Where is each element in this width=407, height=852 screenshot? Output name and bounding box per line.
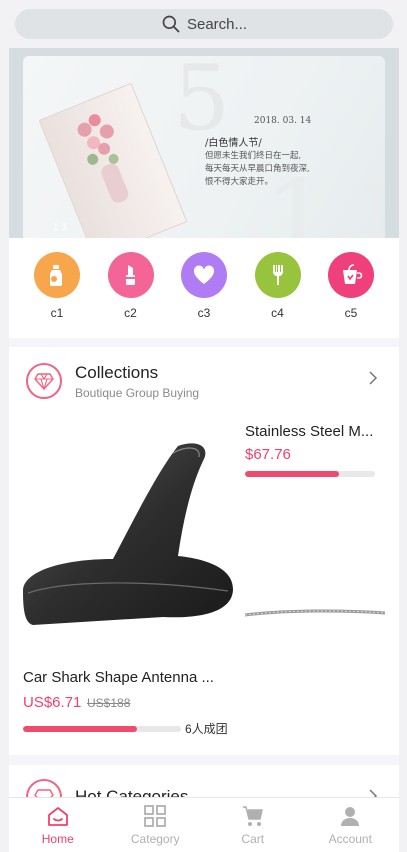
- product-name[interactable]: Car Shark Shape Antenna ...: [23, 669, 233, 686]
- fork-icon: [272, 265, 283, 285]
- banner-poem: 但愿未生我们终日在一起, 每天每天从早晨口角到夜深, 恨不得大家走开。: [205, 150, 310, 189]
- category-item-c3[interactable]: c3: [181, 252, 227, 338]
- tab-home[interactable]: Home: [9, 798, 107, 852]
- category-item-c1[interactable]: c1: [34, 252, 80, 338]
- tab-label: Home: [41, 832, 74, 846]
- app-screen: Search... 5 14 2018. 03. 14 /白色情人节/ 但愿未生…: [9, 0, 399, 852]
- category-label: c3: [197, 306, 211, 320]
- tab-account[interactable]: Account: [302, 798, 400, 852]
- chevron-right-icon[interactable]: [367, 371, 379, 385]
- product-old-price: US$188: [87, 696, 131, 710]
- heart-icon: [193, 265, 215, 284]
- search-icon: [162, 15, 180, 33]
- category-icon: [144, 805, 167, 827]
- banner-poem-line: 每天每天从早晨口角到夜深,: [205, 164, 310, 174]
- account-icon: [341, 807, 360, 826]
- group-progress-bar: [245, 471, 375, 477]
- tab-category[interactable]: Category: [107, 798, 205, 852]
- product-image-steel-strip[interactable]: [245, 605, 385, 623]
- section-title: Collections: [75, 363, 159, 382]
- tab-label: Cart: [241, 832, 265, 846]
- banner-title: /白色情人节/: [205, 138, 262, 149]
- bottom-tab-bar: Home Category Cart Account: [9, 797, 399, 852]
- search-placeholder: Search...: [186, 15, 248, 33]
- collections-header[interactable]: Collections Boutique Group Buying: [9, 347, 399, 407]
- home-icon: [47, 807, 68, 826]
- group-progress-fill: [23, 726, 137, 732]
- banner-poem-line: 但愿未生我们终日在一起,: [205, 151, 302, 161]
- category-item-c2[interactable]: c2: [107, 252, 154, 338]
- category-label: c2: [124, 306, 137, 320]
- category-label: c5: [344, 306, 358, 320]
- category-item-c5[interactable]: c5: [328, 252, 374, 338]
- search-bar-container: Search...: [9, 0, 399, 48]
- category-shortcuts: c1 c2 c3 c4 c5: [9, 238, 399, 338]
- banner-poem-line: 恨不得大家走开。: [205, 177, 274, 187]
- collections-section: Collections Boutique Group Buying Car Sh…: [9, 347, 399, 755]
- cart-icon: [242, 806, 263, 826]
- lipstick-icon: [125, 265, 135, 285]
- cup-icon: [343, 264, 363, 284]
- category-label: c4: [271, 306, 284, 320]
- bottle-icon: [50, 265, 62, 286]
- product-price: $67.76: [245, 446, 291, 463]
- group-progress-fill: [245, 471, 339, 477]
- group-size-text: 6人成团: [185, 722, 228, 736]
- product-image-antenna[interactable]: [23, 441, 233, 631]
- diamond-icon: [26, 363, 62, 399]
- category-item-c4[interactable]: c4: [254, 252, 301, 338]
- section-subtitle: Boutique Group Buying: [75, 386, 200, 400]
- product-price: US$6.71: [23, 694, 82, 711]
- banner-indicator: 1 3: [53, 222, 67, 233]
- tab-cart[interactable]: Cart: [204, 798, 302, 852]
- product-name[interactable]: Stainless Steel M...: [245, 423, 385, 440]
- tab-label: Account: [328, 832, 372, 846]
- search-input[interactable]: Search...: [15, 9, 393, 39]
- group-progress-bar: [23, 726, 181, 732]
- banner-date: 2018. 03. 14: [254, 116, 312, 126]
- promo-banner[interactable]: 5 14 2018. 03. 14 /白色情人节/ 但愿未生我们终日在一起, 每…: [23, 56, 385, 238]
- category-label: c1: [50, 306, 64, 320]
- tab-label: Category: [130, 832, 180, 846]
